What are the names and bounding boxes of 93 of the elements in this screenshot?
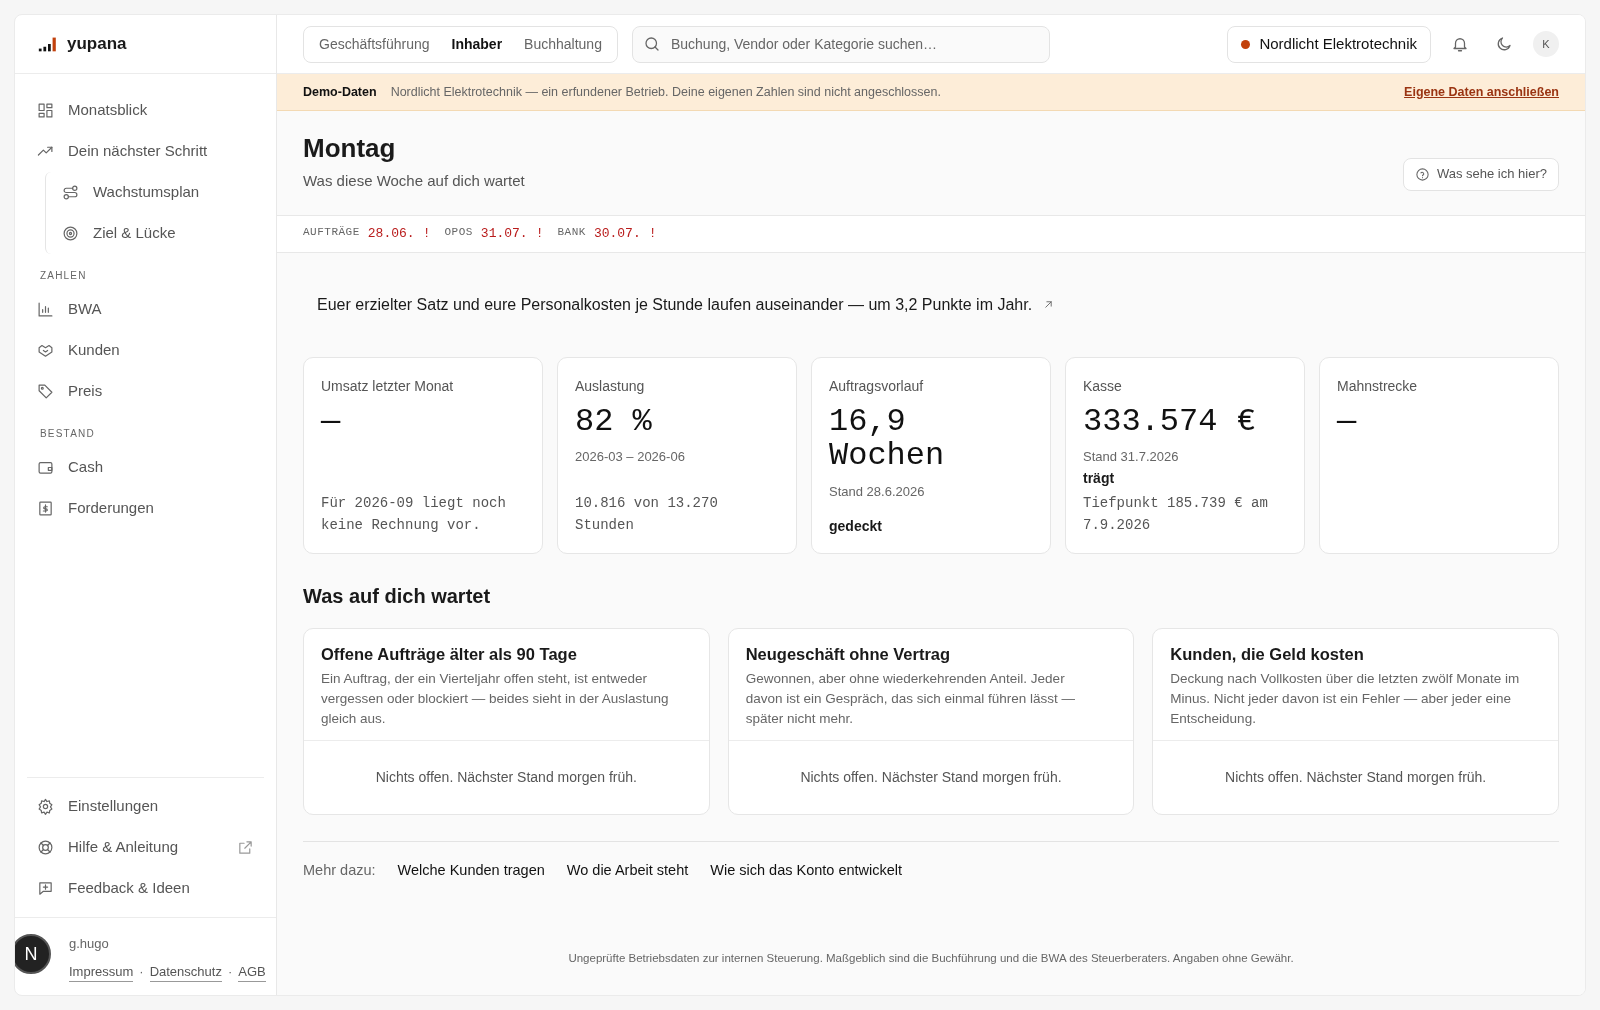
section-title: Was auf dich wartet (302, 583, 492, 608)
insight-text: Euer erzielter Satz und eure Personalkosten je Stunde laufen auseinander — um 3,2 Punkte im Jahr. (317, 294, 1033, 315)
route-icon (62, 184, 79, 201)
bar-chart-icon (37, 301, 54, 318)
deadline-label: OPOS (444, 224, 473, 240)
kpi-label: Umsatz letzter Monat (321, 376, 455, 396)
task-title: Offene Aufträge älter als 90 Tage (321, 643, 578, 665)
kpi-label: Mahnstrecke (1337, 376, 1419, 396)
section-heading: BESTAND (39, 427, 96, 441)
empty-state-text: Nichts offen. Nächster Stand morgen früh. (1225, 767, 1487, 787)
lifebuoy-icon (37, 839, 54, 856)
kpi-date: Stand 31.7.2026 (1083, 448, 1180, 467)
empty-state-text: Nichts offen. Nächster Stand morgen früh. (375, 767, 637, 787)
connect-data-link[interactable]: Eigene Daten anschließen (1404, 82, 1559, 102)
more-label: Mehr dazu: (303, 860, 376, 880)
nav-link[interactable]: Monatsblick (27, 90, 264, 131)
moon-icon (1495, 35, 1513, 53)
related-link[interactable]: Wie sich das Konto entwickelt (710, 859, 903, 882)
task-description: Gewonnen, aber ohne wiederkehrenden Anteil. Jeder davon ist ein Gespräch, das sich einmal führen lässt — später nicht mehr. (745, 670, 1077, 728)
warning-mark: ! (535, 224, 544, 243)
role-tab[interactable]: Inhaber (440, 33, 514, 55)
kpi-status: gedeckt (829, 516, 883, 536)
grid-icon (37, 102, 54, 119)
kpi-note: Für 2026-09 liegt noch keine Rechnung vor. (321, 494, 507, 535)
dev-badge[interactable]: N (15, 934, 51, 974)
nav-link[interactable]: Kunden (27, 330, 264, 371)
avatar[interactable]: K (1533, 31, 1559, 57)
settings-icon (37, 798, 54, 815)
deadline-date: 28.06. (367, 224, 415, 243)
kpi-value: — (321, 404, 342, 440)
nav-link[interactable]: BWA (27, 289, 264, 330)
legal-link[interactable]: Datenschutz (149, 961, 222, 982)
kpi-status: trägt (1083, 469, 1116, 489)
tag-icon (37, 383, 54, 400)
kpi-note: Tiefpunkt 185.739 € am 7.9.2026 (1083, 494, 1269, 535)
warning-mark: ! (648, 224, 657, 243)
nav-link[interactable]: Dein nächster Schritt (27, 131, 264, 172)
search-bar[interactable]: Buchung, Vendor oder Kategorie suchen… (631, 25, 1050, 63)
page-subtitle: Was diese Woche auf dich wartet (303, 171, 525, 192)
disclaimer-text: Ungeprüfte Betriebsdaten zur internen Steuerung. Maßgeblich sind die Buchführung und die BWA des Steuerberaters. Angaben ohne Gewähr. (567, 950, 1295, 966)
nav-link[interactable]: Preis (27, 371, 264, 412)
question-icon (1414, 166, 1430, 182)
brand-name: yupana (67, 33, 127, 56)
nav-link[interactable]: Ziel & Lücke (52, 213, 264, 254)
legal-link[interactable]: Impressum (69, 961, 134, 982)
kpi-label: Auslastung (575, 376, 646, 396)
kpi-value: 333.574 € (1083, 404, 1257, 440)
target-icon (62, 225, 79, 242)
nav-link[interactable]: Wachstumsplan (52, 172, 264, 213)
deadline-label: BANK (557, 224, 586, 240)
kpi-label: Kasse (1083, 376, 1123, 396)
company-switcher[interactable]: Nordlicht Elektrotechnik (1227, 25, 1431, 63)
kpi-date: Stand 28.6.2026 (829, 482, 926, 501)
page-title: Montag (303, 133, 397, 165)
deadline-date: 30.07. (593, 224, 641, 243)
banner-label: Demo-Daten (303, 83, 377, 101)
nav-link[interactable]: Forderungen (27, 488, 264, 529)
credit-text: g.hugo (68, 935, 110, 953)
kpi-note: 10.816 von 13.270 Stunden (575, 494, 719, 535)
search-field[interactable]: Buchung, Vendor oder Kategorie suchen… (668, 32, 1039, 56)
role-tab[interactable]: Buchhaltung (513, 33, 613, 55)
invoice-icon (37, 500, 54, 517)
legal-link[interactable]: AGB (238, 961, 266, 982)
separator-dot: · (227, 962, 233, 981)
nav-link[interactable]: Feedback & Ideen (27, 868, 264, 909)
section-heading: ZAHLEN (39, 269, 88, 283)
search-icon (642, 35, 661, 53)
kpi-value: — (1337, 404, 1358, 440)
help-button[interactable]: Was sehe ich hier? (1402, 157, 1559, 191)
task-description: Deckung nach Vollkosten über die letzten zwölf Monate im Minus. Nicht jeder davon ist ein Fehler — aber jeder eine Entscheidung. (1170, 670, 1521, 728)
task-title: Neugeschäft ohne Vertrag (745, 643, 952, 665)
status-dot (1241, 39, 1251, 49)
empty-state-text: Nichts offen. Nächster Stand morgen früh. (800, 767, 1062, 787)
kpi-date: 2026-03 – 2026-06 (575, 448, 686, 467)
role-tab[interactable]: Geschäftsführung (308, 33, 441, 55)
deadline-date: 31.07. (480, 224, 528, 243)
task-description: Ein Auftrag, der ein Vierteljahr offen steht, ist entweder vergessen oder blockiert — beides sieht in der Auslastung gleich aus. (321, 670, 670, 728)
related-link[interactable]: Wo die Arbeit steht (566, 859, 689, 882)
warning-mark: ! (422, 224, 431, 243)
nav-link[interactable]: Hilfe & Anleitung (27, 827, 264, 868)
bell-icon (1451, 35, 1469, 53)
banner-text: Nordlicht Elektrotechnik — ein erfundener Betrieb. Deine eigenen Zahlen sind nicht angeschlossen. (390, 83, 941, 101)
deadline-label: AUFTRÄGE (303, 224, 360, 240)
nav-link[interactable]: Cash (27, 447, 264, 488)
task-title: Kunden, die Geld kosten (1170, 643, 1365, 665)
related-link[interactable]: Welche Kunden tragen (397, 859, 545, 882)
kpi-value: 82 % (575, 404, 653, 440)
separator-dot: · (139, 962, 144, 981)
message-plus-icon (37, 880, 54, 897)
wallet-icon (37, 459, 54, 476)
kpi-label: Auftragsvorlauf (829, 376, 925, 396)
nav-link[interactable]: Einstellungen (27, 786, 264, 827)
kpi-value: 16,9 Wochen (829, 404, 946, 474)
